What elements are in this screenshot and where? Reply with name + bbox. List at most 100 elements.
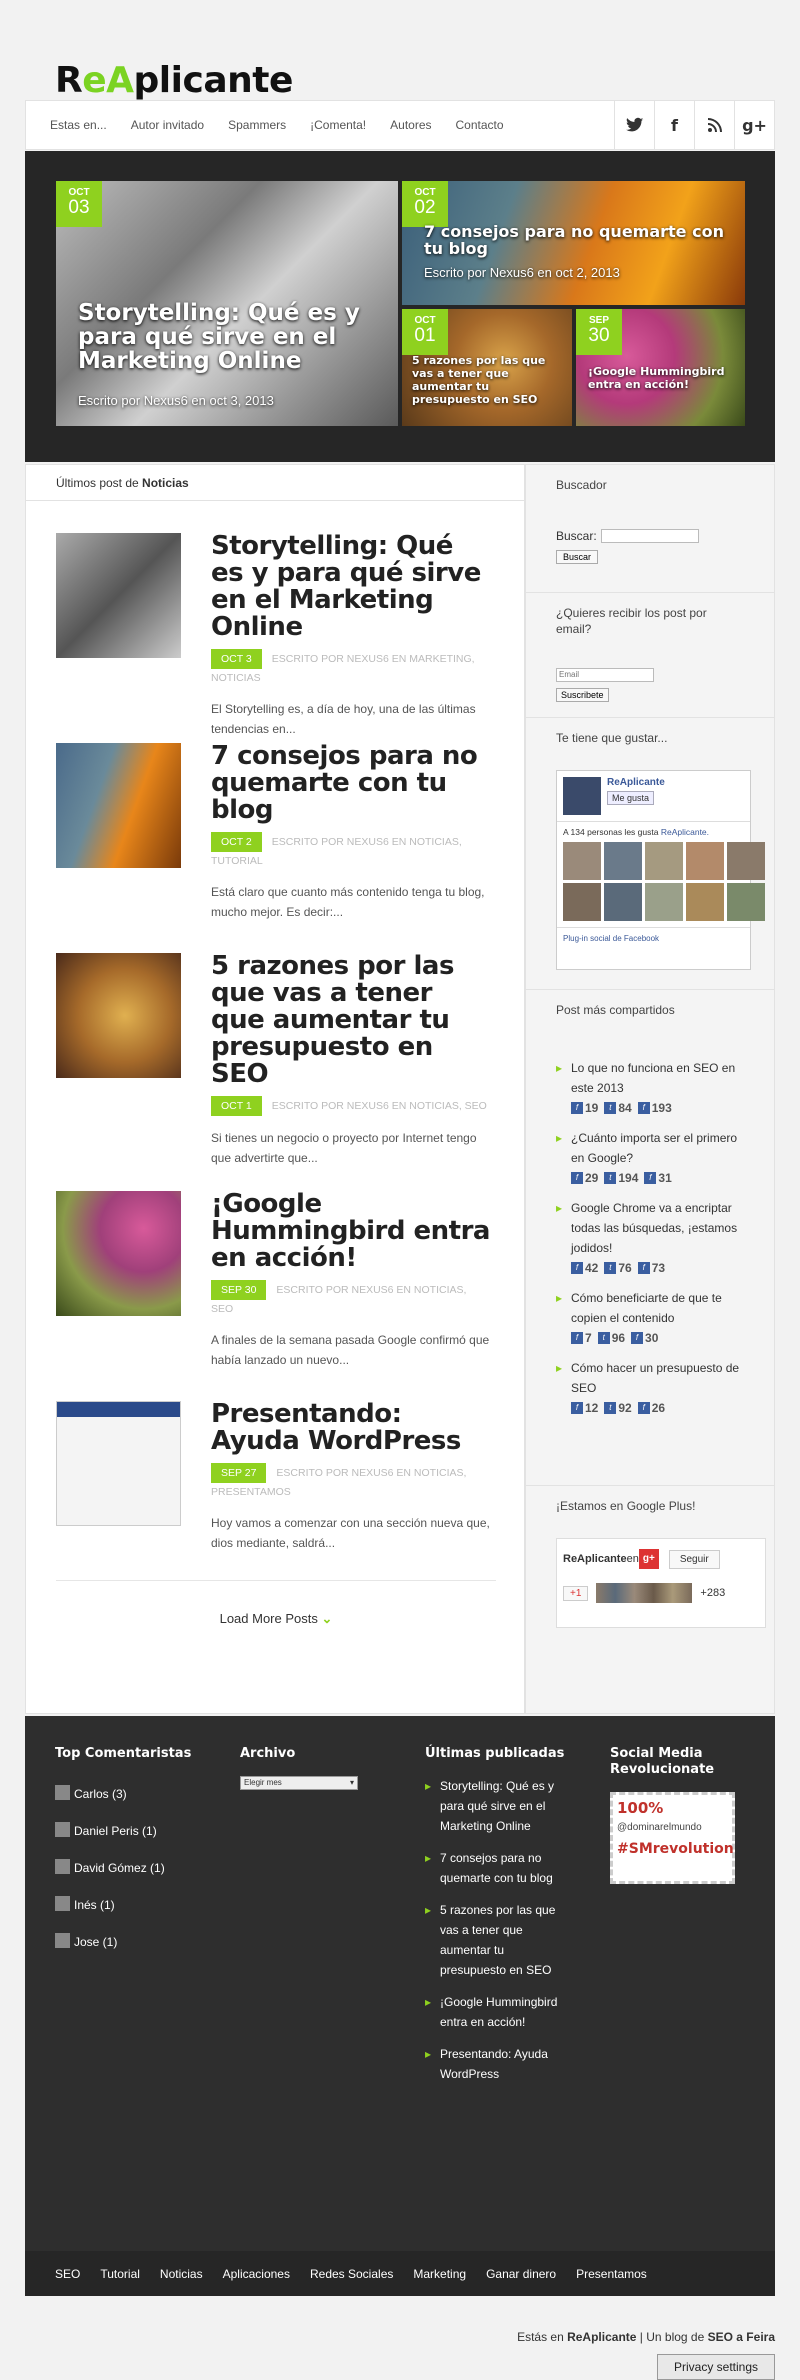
post-title[interactable]: Presentando: Ayuda WordPress bbox=[211, 1401, 491, 1455]
post-thumbnail[interactable] bbox=[56, 743, 181, 868]
credit-site-link[interactable]: ReAplicante bbox=[567, 2330, 636, 2344]
facebook-fan-avatars bbox=[557, 842, 765, 921]
list-item[interactable]: David Gómez (1) bbox=[55, 1850, 205, 1887]
footer-nav-presentamos[interactable]: Presentamos bbox=[576, 2267, 667, 2281]
featured-tile-storytelling[interactable]: OCT 03 Storytelling: Qué es y para qué si… bbox=[56, 181, 398, 426]
post-title[interactable]: Storytelling: Qué es y para qué sirve en… bbox=[211, 533, 491, 641]
widget-title: Post más compartidos bbox=[556, 1003, 675, 1017]
post-thumbnail[interactable] bbox=[56, 533, 181, 658]
facebook-page-name[interactable]: ReAplicante bbox=[607, 777, 665, 788]
post-excerpt: A finales de la semana pasada Google con… bbox=[211, 1333, 490, 1367]
post-excerpt: Si tienes un negocio o proyecto por Inte… bbox=[211, 1131, 477, 1165]
featured-slider: OCT 03 Storytelling: Qué es y para qué si… bbox=[25, 151, 775, 462]
load-more-button[interactable]: Load More Posts ⌄ bbox=[56, 1580, 496, 1627]
gplus-follow-button[interactable]: Seguir bbox=[668, 1549, 720, 1569]
post-title[interactable]: ¡Google Hummingbird entra en acción! bbox=[211, 1191, 491, 1272]
twitter-icon[interactable] bbox=[614, 101, 654, 149]
featured-tile-hummingbird[interactable]: SEP 30 ¡Google Hummingbird entra en acció… bbox=[576, 309, 745, 426]
subscribe-button[interactable]: Suscribete bbox=[556, 688, 609, 702]
list-item[interactable]: Storytelling: Qué es y para qué sirve en… bbox=[425, 1776, 565, 1836]
google-plus-badge: ReAplicante en g+ Seguir +1 +283 bbox=[556, 1538, 766, 1628]
footer-heading: Top Comentaristas bbox=[55, 1746, 192, 1761]
post-meta: OCT 1 ESCRITO POR NEXUS6 EN NOTICIAS, SEO bbox=[211, 1096, 491, 1116]
archive-month-select[interactable]: Elegir mes ▾ bbox=[240, 1776, 358, 1790]
facebook-like-button[interactable]: Me gusta bbox=[607, 791, 655, 805]
shared-post-link[interactable]: Cómo beneficiarte de que te copien el co… bbox=[571, 1291, 722, 1325]
post-date: OCT 3 bbox=[211, 649, 262, 669]
google-plus-icon: g+ bbox=[638, 1549, 659, 1569]
widget-title: Te tiene que gustar... bbox=[556, 731, 668, 745]
email-widget: ¿Quieres recibir los post por email? Sus… bbox=[526, 593, 774, 718]
post-excerpt: Está claro que cuanto más contenido teng… bbox=[211, 885, 485, 919]
post-thumbnail[interactable] bbox=[56, 1191, 181, 1316]
shared-post-link[interactable]: Cómo hacer un presupuesto de SEO bbox=[571, 1361, 739, 1395]
footer-nav-seo[interactable]: SEO bbox=[55, 2267, 100, 2281]
list-item[interactable]: Presentando: Ayuda WordPress bbox=[425, 2044, 565, 2084]
featured-tile-consejos[interactable]: OCT 02 7 consejos para no quemarte con tu… bbox=[402, 181, 745, 305]
list-item: ¿Cuánto importa ser el primero en Google… bbox=[556, 1128, 744, 1188]
tweet-count-icon: t bbox=[604, 1172, 617, 1184]
footer-nav-noticias[interactable]: Noticias bbox=[160, 2267, 223, 2281]
featured-tile-razones[interactable]: OCT 01 5 razones por las que vas a tener … bbox=[402, 309, 572, 426]
credit-seo-link[interactable]: SEO a Feira bbox=[708, 2330, 775, 2344]
gplus-plusone-button[interactable]: +1 bbox=[563, 1585, 589, 1601]
like-count-icon: f bbox=[631, 1332, 644, 1344]
list-item[interactable]: ¡Google Hummingbird entra en acción! bbox=[425, 1992, 565, 2032]
google-plus-widget: ¡Estamos en Google Plus! ReAplicante en … bbox=[526, 1486, 774, 1686]
list-item[interactable]: Inés (1) bbox=[55, 1887, 205, 1924]
nav-item-contacto[interactable]: Contacto bbox=[444, 101, 516, 149]
facebook-plugin-link[interactable]: Plug-in social de Facebook bbox=[557, 927, 750, 949]
post-thumbnail[interactable] bbox=[56, 1401, 181, 1526]
avatar bbox=[55, 1859, 70, 1874]
list-item: Cómo beneficiarte de que te copien el co… bbox=[556, 1288, 744, 1348]
shared-post-link[interactable]: Google Chrome va a encriptar todas las b… bbox=[571, 1201, 737, 1255]
post-date: OCT 1 bbox=[211, 1096, 262, 1116]
post-title[interactable]: 5 razones por las que vas a tener que au… bbox=[211, 953, 491, 1088]
list-item[interactable]: 7 consejos para no quemarte con tu blog bbox=[425, 1848, 565, 1888]
rss-icon[interactable] bbox=[694, 101, 734, 149]
chevron-down-icon: ⌄ bbox=[321, 1611, 333, 1626]
email-input[interactable] bbox=[556, 667, 654, 682]
privacy-settings-button[interactable]: Privacy settings bbox=[657, 2354, 775, 2380]
section-heading: Últimos post de Noticias bbox=[26, 465, 524, 501]
shared-post-link[interactable]: Lo que no funciona en SEO en este 2013 bbox=[571, 1061, 735, 1095]
post-date: SEP 27 bbox=[211, 1463, 267, 1483]
featured-title: 5 razones por las que vas a tener que au… bbox=[412, 354, 546, 406]
list-item[interactable]: 5 razones por las que vas a tener que au… bbox=[425, 1900, 565, 1980]
nav-item-spammers[interactable]: Spammers bbox=[216, 101, 298, 149]
facebook-like-box: ReAplicante Me gusta A 134 personas les … bbox=[556, 770, 765, 970]
facebook-icon[interactable]: f bbox=[654, 101, 694, 149]
date-badge: OCT 03 bbox=[56, 181, 102, 227]
gplus-follower-count: +283 bbox=[700, 1587, 726, 1599]
footer-nav-aplicaciones[interactable]: Aplicaciones bbox=[223, 2267, 310, 2281]
list-item[interactable]: Daniel Peris (1) bbox=[55, 1813, 205, 1850]
search-button[interactable]: Buscar bbox=[556, 550, 599, 564]
nav-item-autores[interactable]: Autores bbox=[378, 101, 443, 149]
footer-nav-redes-sociales[interactable]: Redes Sociales bbox=[310, 2267, 413, 2281]
gplus-page-name[interactable]: ReAplicante bbox=[563, 1553, 627, 1565]
footer-nav-marketing[interactable]: Marketing bbox=[413, 2267, 486, 2281]
search-input[interactable] bbox=[600, 529, 699, 543]
site-credit: Estás en ReAplicante | Un blog de SEO a … bbox=[517, 2330, 775, 2344]
tweet-count-icon: t bbox=[604, 1402, 617, 1414]
post-title[interactable]: 7 consejos para no quemarte con tu blog bbox=[211, 743, 491, 824]
footer-nav-ganar-dinero[interactable]: Ganar dinero bbox=[486, 2267, 576, 2281]
footer-nav-tutorial[interactable]: Tutorial bbox=[100, 2267, 160, 2281]
like-count-icon: f bbox=[637, 1402, 650, 1414]
list-item[interactable]: Carlos (3) bbox=[55, 1776, 205, 1813]
nav-item-comenta[interactable]: ¡Comenta! bbox=[298, 101, 378, 149]
post-excerpt: Hoy vamos a comenzar con una sección nue… bbox=[211, 1516, 490, 1550]
list-item[interactable]: Jose (1) bbox=[55, 1924, 205, 1961]
site-logo[interactable]: ReAplicante bbox=[55, 60, 293, 101]
footer-heading: Archivo bbox=[240, 1746, 296, 1761]
chevron-down-icon: ▾ bbox=[349, 1778, 354, 1787]
google-plus-icon[interactable]: g+ bbox=[734, 101, 774, 149]
shared-post-link[interactable]: ¿Cuánto importa ser el primero en Google… bbox=[571, 1131, 737, 1165]
nav-item-estas-en[interactable]: Estas en... bbox=[38, 101, 119, 149]
post-thumbnail[interactable] bbox=[56, 953, 181, 1078]
nav-item-autor-invitado[interactable]: Autor invitado bbox=[119, 101, 216, 149]
sm-revolution-stamp[interactable]: 100% @dominarelmundo #SMrevolution bbox=[610, 1792, 735, 1884]
footer-latest-posts: Últimas publicadas Storytelling: Qué es … bbox=[425, 1746, 565, 2096]
footer-archive: Archivo Elegir mes ▾ bbox=[240, 1746, 390, 1790]
like-count-icon: f bbox=[637, 1102, 650, 1114]
